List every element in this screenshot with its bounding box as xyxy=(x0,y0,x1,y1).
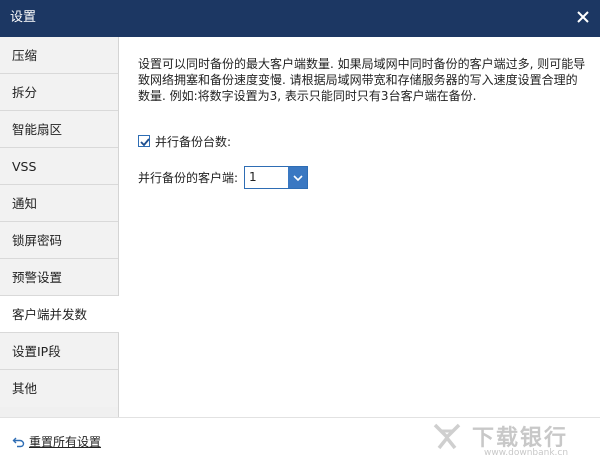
sidebar-item-client-concurrency[interactable]: 客户端并发数 xyxy=(0,296,119,333)
parallel-backup-checkbox-row[interactable]: 并行备份台数: xyxy=(138,133,231,149)
sidebar-item-label: 通知 xyxy=(12,196,38,211)
window-title: 设置 xyxy=(10,10,37,25)
client-count-select[interactable]: 1 xyxy=(244,166,309,189)
sidebar-item-notify[interactable]: 通知 xyxy=(0,185,118,222)
sidebar-item-other[interactable]: 其他 xyxy=(0,370,118,407)
sidebar-item-alert-settings[interactable]: 预警设置 xyxy=(0,259,118,296)
sidebar-item-split[interactable]: 拆分 xyxy=(0,74,118,111)
close-icon xyxy=(577,11,589,23)
sidebar-item-lock-password[interactable]: 锁屏密码 xyxy=(0,222,118,259)
checkmark-icon xyxy=(140,138,150,147)
chevron-down-icon xyxy=(292,174,303,181)
sidebar-item-label: 其他 xyxy=(12,381,38,396)
watermark: 下载银行 www.downbank.cn xyxy=(432,418,592,460)
dropdown-arrow[interactable] xyxy=(288,167,308,188)
watermark-url: www.downbank.cn xyxy=(484,448,569,458)
sidebar-item-smart-sector[interactable]: 智能扇区 xyxy=(0,111,118,148)
sidebar-item-label: 锁屏密码 xyxy=(12,233,63,248)
sidebar-item-label: 智能扇区 xyxy=(12,122,63,137)
sidebar-item-label: 客户端并发数 xyxy=(12,307,88,322)
sidebar-item-compress[interactable]: 压缩 xyxy=(0,37,118,74)
parallel-backup-checkbox[interactable] xyxy=(138,135,150,147)
sidebar: 压缩 拆分 智能扇区 VSS 通知 锁屏密码 预警设置 客户端并发数 设置IP段… xyxy=(0,37,119,417)
description-text: 设置可以同时备份的最大客户端数量. 如果局域网中同时备份的客户端过多, 则可能导… xyxy=(138,57,586,103)
settings-panel: 设置可以同时备份的最大客户端数量. 如果局域网中同时备份的客户端过多, 则可能导… xyxy=(120,37,600,417)
sidebar-item-label: VSS xyxy=(12,159,37,174)
sidebar-item-label: 设置IP段 xyxy=(12,344,61,359)
footer: 重置所有设置 下载银行 www.downbank.cn xyxy=(0,417,600,460)
downbank-logo-icon xyxy=(433,423,461,450)
sidebar-item-vss[interactable]: VSS xyxy=(0,148,118,185)
title-bar: 设置 xyxy=(0,0,600,37)
reset-all-settings-label: 重置所有设置 xyxy=(29,435,102,449)
close-button[interactable] xyxy=(574,8,592,26)
client-count-label: 并行备份的客户端: xyxy=(138,171,239,185)
sidebar-item-label: 拆分 xyxy=(12,85,38,100)
sidebar-item-label: 预警设置 xyxy=(12,270,63,285)
parallel-backup-label: 并行备份台数: xyxy=(155,134,232,149)
client-count-row: 并行备份的客户端: 1 xyxy=(138,166,309,189)
undo-icon xyxy=(12,437,25,448)
client-count-value: 1 xyxy=(249,170,257,184)
sidebar-item-label: 压缩 xyxy=(12,48,38,63)
sidebar-item-ip-range[interactable]: 设置IP段 xyxy=(0,333,118,370)
reset-all-settings-link[interactable]: 重置所有设置 xyxy=(12,433,101,450)
